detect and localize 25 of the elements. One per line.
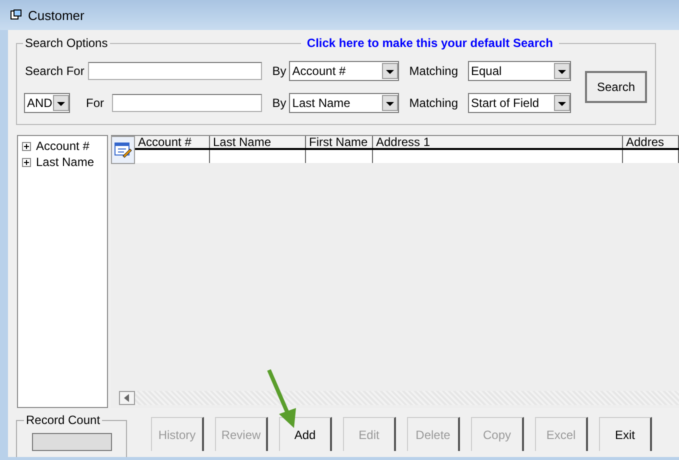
search-by-dropdown[interactable]: Last Name bbox=[289, 93, 400, 113]
column-header[interactable]: Address 1 bbox=[373, 136, 623, 148]
search-button[interactable]: Search bbox=[585, 71, 647, 103]
tree-item[interactable]: Account # bbox=[22, 138, 103, 154]
field-label: Search For bbox=[25, 64, 84, 78]
operator-dropdown[interactable]: AND bbox=[24, 93, 70, 113]
column-header[interactable]: Account # bbox=[135, 136, 210, 148]
matching-dropdown[interactable]: Equal bbox=[468, 61, 571, 81]
field-label: Matching bbox=[409, 96, 458, 110]
column-header[interactable]: Addres bbox=[623, 136, 679, 148]
matching-dropdown[interactable]: Start of Field bbox=[468, 93, 571, 113]
field-label: By bbox=[272, 96, 286, 110]
column-header[interactable]: Last Name bbox=[210, 136, 306, 148]
window-title: Customer bbox=[28, 8, 84, 22]
column-header[interactable]: First Name bbox=[306, 136, 373, 148]
group-legend: Search Options bbox=[23, 36, 110, 50]
group-legend: Record Count bbox=[24, 413, 102, 427]
field-label: Matching bbox=[409, 64, 458, 78]
field-label: For bbox=[86, 96, 104, 110]
tree-item[interactable]: Last Name bbox=[22, 154, 103, 170]
search-by-dropdown[interactable]: Account # bbox=[289, 61, 400, 81]
field-label: By bbox=[272, 64, 286, 78]
action-button[interactable]: Exit bbox=[599, 417, 652, 451]
action-button[interactable]: Add bbox=[279, 417, 332, 451]
default-search-link[interactable]: Click here to make this your default Search bbox=[300, 36, 559, 50]
